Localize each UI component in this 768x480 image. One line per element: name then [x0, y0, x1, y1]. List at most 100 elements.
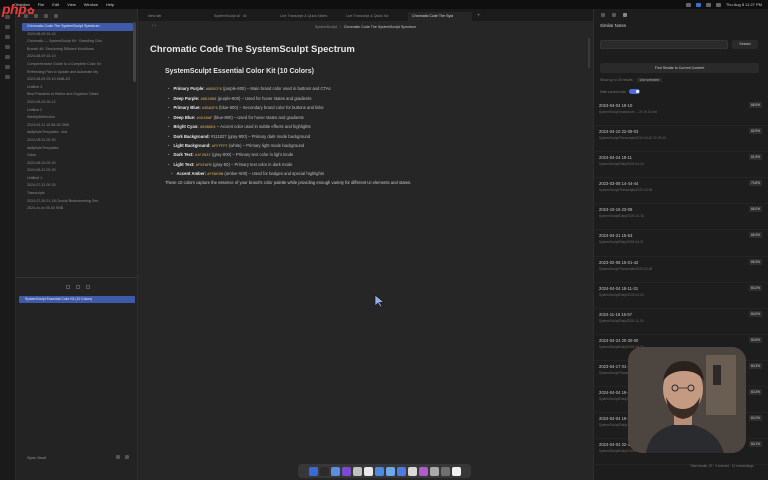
menu-view[interactable]: View: [67, 2, 76, 7]
use-selected-button[interactable]: Use selected: [636, 78, 663, 82]
similar-note-result[interactable]: 2024-04-24 18-11 SystemSculpt/Daily/2024-…: [594, 152, 768, 179]
breadcrumb-parent[interactable]: SystemSculpt: [315, 25, 337, 29]
file-item[interactable]: 2024-08-09 09-10 MAB-4G: [22, 76, 133, 84]
similar-note-result[interactable]: 2023-03-08 14-44-44 SystemSculpt/Transcri…: [594, 178, 768, 205]
file-item[interactable]: 2024-08-03 09-30: [22, 160, 133, 168]
dock-app-icon[interactable]: [440, 466, 450, 476]
note-title[interactable]: Chromatic Code The SystemSculpt Spectrum: [150, 44, 355, 55]
file-item[interactable]: Chromatic — SystemSculpt Kit · Branding …: [22, 38, 133, 46]
graph-icon[interactable]: [5, 35, 10, 39]
file-item[interactable]: dailyNoteTemplates: [22, 145, 133, 153]
file-item[interactable]: Refreshing Plan to Update and Automate M…: [22, 69, 133, 77]
color-item[interactable]: Deep Purple: #6D28D9 (purple-800) – Used…: [168, 95, 331, 105]
file-item[interactable]: Untitled 1: [22, 175, 133, 183]
dock-app-icon[interactable]: [407, 466, 417, 476]
template-icon[interactable]: [5, 75, 10, 79]
file-item[interactable]: 2024-xx-xx 09-30 SNB: [22, 205, 133, 213]
status-icon[interactable]: [685, 2, 691, 7]
search-button[interactable]: Search: [732, 40, 758, 49]
search-option-icon[interactable]: [76, 285, 80, 289]
summary-paragraph[interactable]: These 10 colors capture the essence of y…: [165, 180, 411, 185]
tab-live-transcript[interactable]: Live Transcript & Quick Notes: [276, 12, 340, 21]
find-similar-button[interactable]: Find Similar to Current Content: [600, 63, 759, 73]
color-item[interactable]: Accent Amber: #F59E0B (amber-500) – Used…: [168, 170, 331, 180]
dock-app-icon[interactable]: [396, 466, 406, 476]
section-heading[interactable]: SystemSculpt Essential Color Kit (10 Col…: [165, 68, 314, 75]
command-icon[interactable]: [5, 55, 10, 59]
similar-note-result[interactable]: 2024-04-04 18-11-31 SystemSculpt/Daily/20…: [594, 283, 768, 309]
menu-edit[interactable]: Edit: [52, 2, 59, 7]
editor-scrollbar[interactable]: [588, 38, 590, 68]
tab-chromatic-code[interactable]: Chromatic Code The Syst: [408, 12, 472, 21]
file-list-scrollbar[interactable]: [133, 22, 136, 82]
tab-systemsculpt-ai[interactable]: SystemSculpt AI · AI: [210, 12, 274, 21]
file-item[interactable]: dailyNoteTemplates - test: [22, 129, 133, 137]
new-tab-icon[interactable]: +: [474, 12, 481, 21]
tab-live-transcript-2[interactable]: Live Transcript & Quick No: [342, 12, 406, 21]
file-item[interactable]: Transcripts: [22, 190, 133, 198]
similar-note-result[interactable]: 2024-04-04 19-10 SystemSculpt brainstorm …: [594, 100, 768, 127]
file-item[interactable]: 2024-08-09 15-42: [22, 31, 133, 39]
menu-window[interactable]: Window: [84, 2, 98, 7]
calendar-icon[interactable]: [5, 45, 10, 49]
file-item[interactable]: Clean: [22, 152, 133, 160]
clock[interactable]: Thu Aug 8 11:27 PM: [726, 2, 762, 7]
dock-app-icon[interactable]: [451, 466, 461, 476]
file-item[interactable]: 2024-08-04 05-12: [22, 99, 133, 107]
dock-app-icon[interactable]: [330, 466, 340, 476]
vault-name[interactable]: Sync Vault: [27, 455, 46, 460]
wifi-icon[interactable]: [705, 2, 711, 7]
collapse-icon[interactable]: [54, 14, 58, 18]
file-item-active[interactable]: Chromatic Code The SystemSculpt Spectrum: [22, 23, 133, 31]
file-item[interactable]: 2024-06-21 09-30: [22, 167, 133, 175]
color-item[interactable]: Bright Cyan: #06B6D4 – Accent color used…: [168, 123, 331, 133]
dock-app-icon[interactable]: [418, 466, 428, 476]
file-item[interactable]: Untitled 2: [22, 107, 133, 115]
status-icon-active[interactable]: [695, 2, 701, 7]
dock-app-icon[interactable]: [429, 466, 439, 476]
color-item[interactable]: Light Background: #FFFFFF (white) – Prim…: [168, 142, 331, 152]
similar-notes-icon[interactable]: [623, 13, 627, 17]
sort-icon[interactable]: [44, 14, 48, 18]
dock-app-icon[interactable]: [363, 466, 373, 476]
dock-app-icon[interactable]: [319, 466, 329, 476]
color-item[interactable]: Primary Blue: #3B82F6 (blue-600) – Secon…: [168, 104, 331, 114]
file-item[interactable]: 2024-07-31 09-30: [22, 182, 133, 190]
similar-note-result[interactable]: 2024-04-21 15-53 SystemSculpt/Daily/2024-…: [594, 230, 768, 257]
plugin-icon[interactable]: [5, 65, 10, 69]
tab-new[interactable]: New tab: [144, 12, 208, 21]
file-item[interactable]: Untitled 3: [22, 84, 133, 92]
similar-note-result[interactable]: 2024-11-18 16-57 SystemSculpt/Daily/2024-…: [594, 309, 768, 335]
file-item[interactable]: 2024-08-09 15-10: [22, 53, 133, 61]
dock-app-icon[interactable]: [308, 466, 318, 476]
file-item[interactable]: Best Practices to Refine and Organize Ob…: [22, 91, 133, 99]
settings-icon[interactable]: [125, 455, 129, 459]
back-forward-icon[interactable]: ‹ ›: [152, 23, 157, 29]
search-option-icon[interactable]: [66, 285, 70, 289]
new-folder-icon[interactable]: [34, 14, 38, 18]
search-option-icon[interactable]: [86, 285, 90, 289]
file-item[interactable]: WeeklyReflection: [22, 114, 133, 122]
color-item[interactable]: Deep Blue: #1E40AF (blue-800) – Used for…: [168, 114, 331, 124]
backlinks-icon[interactable]: [601, 13, 605, 17]
color-item[interactable]: Dark Text: #1F2937 (gray-800) – Primary …: [168, 151, 331, 161]
breadcrumb-current[interactable]: Chromatic Code The SystemSculpt Spectrum: [344, 25, 416, 29]
hide-current-toggle[interactable]: [629, 89, 641, 94]
similar-note-result[interactable]: 2023-02-08 15-01-42 SystemSculpt/Transcri…: [594, 257, 768, 283]
file-item[interactable]: Comprehensive Guide to a Complete Color …: [22, 61, 133, 69]
outline-icon[interactable]: [612, 13, 616, 17]
search-result-selected[interactable]: SystemSculpt Essential Color Kit (10 Col…: [19, 296, 135, 303]
menu-help[interactable]: Help: [106, 2, 114, 7]
editor[interactable]: Chromatic Code The SystemSculpt Spectrum…: [138, 32, 593, 480]
color-item[interactable]: Dark Background: #111827 (gray-900) – Pr…: [168, 133, 331, 142]
similar-note-result[interactable]: 2024-04-10 22-09-03 SystemSculpt/Transcri…: [594, 126, 768, 153]
menu-file[interactable]: File: [38, 2, 44, 7]
help-icon[interactable]: [116, 455, 120, 459]
similar-note-result[interactable]: 2024-10-16 23-08 SystemSculpt/Daily/2024-…: [594, 204, 768, 231]
battery-icon[interactable]: [715, 2, 721, 7]
color-item[interactable]: Light Text: #F9FAFB (gray-50) – Primary …: [168, 161, 331, 171]
similar-search-input[interactable]: [600, 40, 728, 49]
dock-app-icon[interactable]: [352, 466, 362, 476]
dock-app-icon[interactable]: [341, 466, 351, 476]
file-item[interactable]: Branch 46: Structuring Efficient Workflo…: [22, 46, 133, 54]
